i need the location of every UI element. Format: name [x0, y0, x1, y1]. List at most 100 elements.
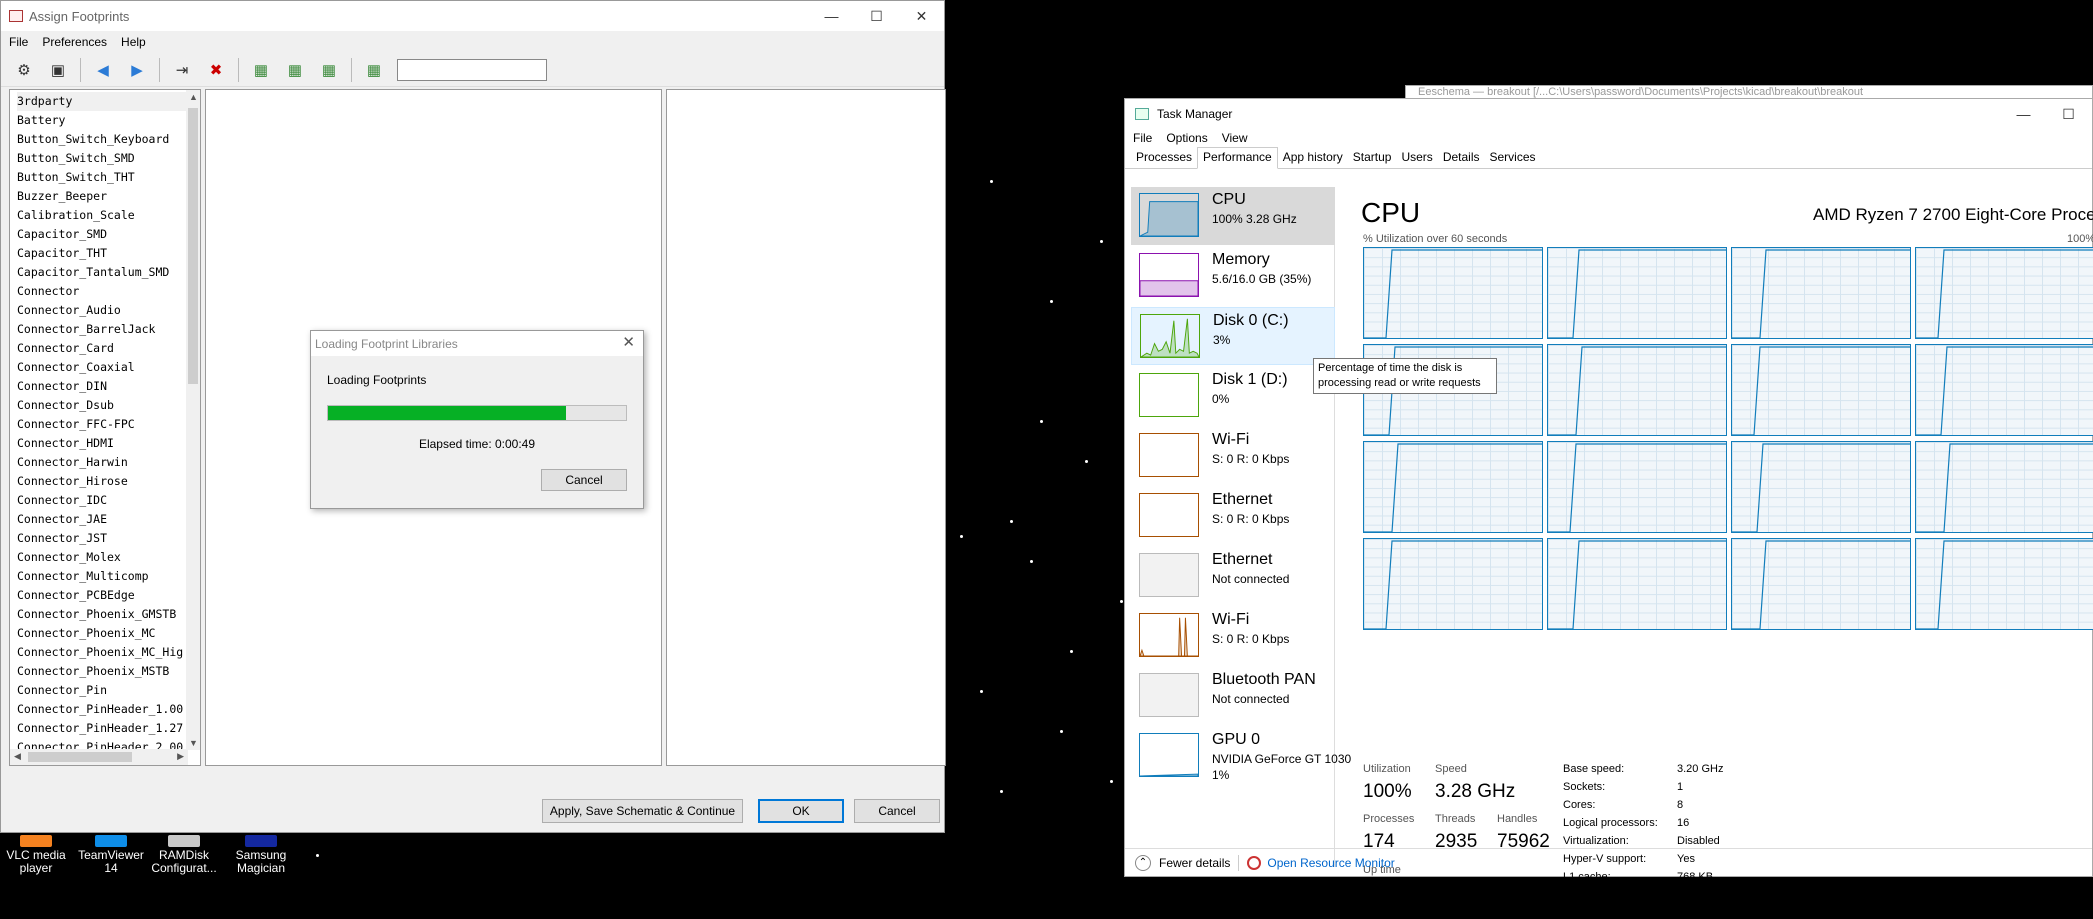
sidebar-item-disk-1-d[interactable]: Disk 1 (D:) 0%	[1131, 367, 1335, 425]
filter-keywords-icon[interactable]: ▦	[246, 57, 276, 83]
open-resource-monitor-link[interactable]: Open Resource Monitor	[1267, 856, 1394, 870]
library-item[interactable]: 3rdparty	[17, 92, 200, 111]
library-item[interactable]: Connector_Card	[17, 339, 200, 358]
vertical-scrollbar[interactable]: ▲ ▼	[186, 90, 200, 750]
menu-options[interactable]: Options	[1166, 131, 1207, 145]
settings-gear-icon[interactable]: ⚙	[9, 57, 39, 83]
library-list[interactable]: 3rdparty Battery Button_Switch_Keyboard But…	[9, 89, 201, 766]
scrollbar-thumb[interactable]	[28, 752, 132, 762]
menu-help[interactable]: Help	[121, 35, 146, 49]
desktop-icon-label: VLC media player	[6, 848, 66, 875]
filter-pincount-icon[interactable]: ▦	[280, 57, 310, 83]
sidebar-item-ethernet[interactable]: Ethernet S: 0 R: 0 Kbps	[1131, 487, 1335, 545]
library-item[interactable]: Connector_DIN	[17, 377, 200, 396]
sidebar-item-wi-fi[interactable]: Wi-Fi S: 0 R: 0 Kbps	[1131, 427, 1335, 485]
library-item[interactable]: Calibration_Scale	[17, 206, 200, 225]
library-item[interactable]: Button_Switch_SMD	[17, 149, 200, 168]
library-item[interactable]: Capacitor_THT	[17, 244, 200, 263]
desktop-icon[interactable]: VLC media player	[0, 835, 72, 875]
library-item[interactable]: Connector_Multicomp	[17, 567, 200, 586]
library-item[interactable]: Connector_Phoenix_MC_Hig	[17, 643, 200, 662]
fewer-details-link[interactable]: Fewer details	[1159, 856, 1230, 870]
library-item[interactable]: Battery	[17, 111, 200, 130]
desktop-icon[interactable]: TeamViewer 14	[75, 835, 147, 875]
library-item[interactable]: Connector_PinHeader_1.27	[17, 719, 200, 738]
library-item[interactable]: Connector_Harwin	[17, 453, 200, 472]
dialog-cancel-button[interactable]: Cancel	[541, 469, 627, 491]
cancel-button[interactable]: Cancel	[854, 799, 940, 823]
sidebar-item-ethernet[interactable]: Ethernet Not connected	[1131, 547, 1335, 605]
library-item[interactable]: Connector_Dsub	[17, 396, 200, 415]
library-item[interactable]: Connector_IDC	[17, 491, 200, 510]
sidebar-item-wi-fi[interactable]: Wi-Fi S: 0 R: 0 Kbps	[1131, 607, 1335, 665]
menu-file[interactable]: File	[1133, 131, 1152, 145]
tab-startup[interactable]: Startup	[1348, 150, 1397, 168]
library-item[interactable]: Connector_Audio	[17, 301, 200, 320]
ok-button[interactable]: OK	[758, 799, 844, 823]
filter-name-icon[interactable]: ▦	[359, 57, 389, 83]
scrollbar-thumb[interactable]	[188, 108, 198, 384]
minimize-icon[interactable]: —	[2001, 99, 2046, 129]
library-item[interactable]: Connector_Phoenix_MC	[17, 624, 200, 643]
tab-users[interactable]: Users	[1396, 150, 1437, 168]
library-item[interactable]: Buzzer_Beeper	[17, 187, 200, 206]
library-item[interactable]: Connector_Phoenix_GMSTB	[17, 605, 200, 624]
library-item[interactable]: Capacitor_Tantalum_SMD	[17, 263, 200, 282]
footprint-viewer-icon[interactable]: ▣	[43, 57, 73, 83]
maximize-icon[interactable]: ☐	[854, 1, 899, 31]
minimize-icon[interactable]: —	[809, 1, 854, 31]
library-item[interactable]: Connector_FFC-FPC	[17, 415, 200, 434]
close-icon[interactable]: ✕	[622, 333, 635, 351]
tab-app-history[interactable]: App history	[1278, 150, 1348, 168]
scroll-up-icon[interactable]: ▲	[189, 92, 198, 102]
sidebar-item-disk-0-c[interactable]: Disk 0 (C:) 3%	[1131, 307, 1335, 365]
library-item[interactable]: Connector_PinHeader_1.00	[17, 700, 200, 719]
library-item[interactable]: Button_Switch_THT	[17, 168, 200, 187]
core-graph-line	[1916, 540, 2093, 629]
tab-processes[interactable]: Processes	[1131, 150, 1197, 168]
close-icon[interactable]: ✕	[899, 1, 944, 31]
library-item[interactable]: Connector_JST	[17, 529, 200, 548]
chevron-up-icon[interactable]: ⌃	[1135, 854, 1151, 871]
spec-label: L3 cache:	[1563, 907, 1611, 919]
filter-search-input[interactable]	[397, 58, 547, 81]
library-item[interactable]: Connector	[17, 282, 200, 301]
library-item[interactable]: Connector_Molex	[17, 548, 200, 567]
horizontal-scrollbar[interactable]: ◀ ▶	[10, 749, 188, 765]
filter-library-icon[interactable]: ▦	[314, 57, 344, 83]
sidebar-item-cpu[interactable]: CPU 100% 3.28 GHz	[1131, 187, 1335, 245]
desktop-icon[interactable]: RAMDisk Configurat...	[148, 835, 220, 875]
tab-performance[interactable]: Performance	[1197, 147, 1278, 169]
library-item[interactable]: Capacitor_SMD	[17, 225, 200, 244]
library-item[interactable]: Connector_Pin	[17, 681, 200, 700]
library-item[interactable]: Connector_Hirose	[17, 472, 200, 491]
library-item[interactable]: Connector_PCBEdge	[17, 586, 200, 605]
scroll-left-icon[interactable]: ◀	[14, 751, 21, 762]
apply-save-continue-button[interactable]: Apply, Save Schematic & Continue	[542, 799, 743, 823]
delete-associations-icon[interactable]: ✖	[201, 57, 231, 83]
scroll-down-icon[interactable]: ▼	[189, 738, 198, 748]
sidebar-item-bluetooth-pan[interactable]: Bluetooth PAN Not connected	[1131, 667, 1335, 725]
library-item[interactable]: Button_Switch_Keyboard	[17, 130, 200, 149]
tab-services[interactable]: Services	[1485, 150, 1541, 168]
desktop-icon[interactable]: Samsung Magician	[225, 835, 297, 875]
sidebar-item-gpu-0[interactable]: GPU 0 NVIDIA GeForce GT 1030 1%	[1131, 727, 1351, 785]
next-arrow-icon[interactable]: ▶	[122, 57, 152, 83]
library-item[interactable]: Connector_HDMI	[17, 434, 200, 453]
background-window[interactable]: Eeschema — breakout [/...C:\Users\passwo…	[1405, 85, 2093, 99]
sidebar-item-memory[interactable]: Memory 5.6/16.0 GB (35%)	[1131, 247, 1335, 305]
maximize-icon[interactable]: ☐	[2046, 99, 2091, 129]
menu-preferences[interactable]: Preferences	[42, 35, 107, 49]
menu-file[interactable]: File	[9, 35, 28, 49]
library-item[interactable]: Connector_BarrelJack	[17, 320, 200, 339]
auto-associate-icon[interactable]: ⇥	[167, 57, 197, 83]
footprints-pane[interactable]	[666, 89, 946, 766]
loading-message: Loading Footprints	[327, 373, 427, 387]
previous-arrow-icon[interactable]: ◀	[88, 57, 118, 83]
library-item[interactable]: Connector_JAE	[17, 510, 200, 529]
scroll-right-icon[interactable]: ▶	[177, 751, 184, 762]
menu-view[interactable]: View	[1222, 131, 1248, 145]
library-item[interactable]: Connector_Phoenix_MSTB	[17, 662, 200, 681]
library-item[interactable]: Connector_Coaxial	[17, 358, 200, 377]
tab-details[interactable]: Details	[1438, 150, 1485, 168]
